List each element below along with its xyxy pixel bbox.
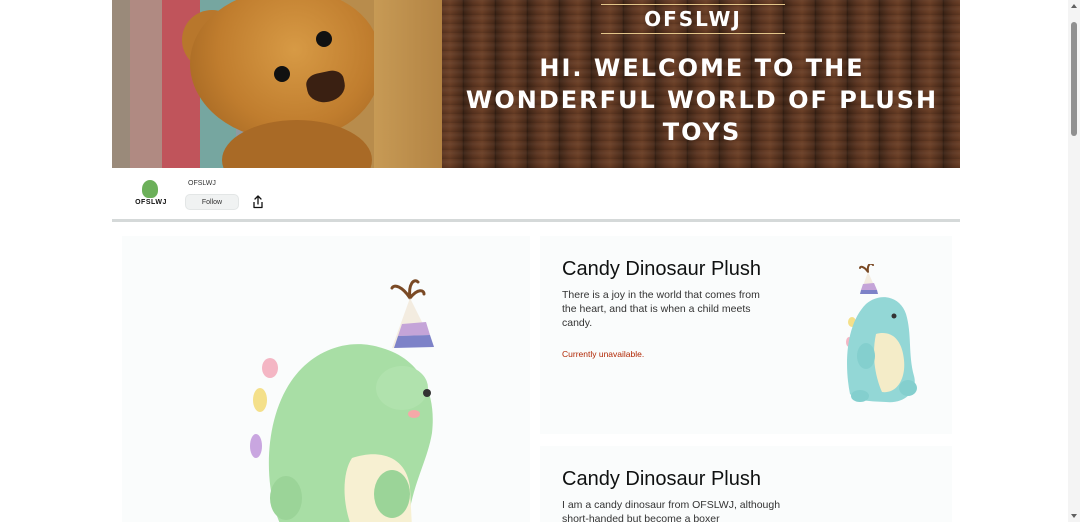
candy-dinosaur-image [250,279,434,522]
store-page: OFSLWJ Hi. Welcome to the wonderful worl… [0,0,1080,522]
teddy-bear-eye [274,66,290,82]
store-header: OFSLWJ OFSLWJ Follow [112,168,960,222]
scroll-up-icon[interactable] [1071,4,1077,8]
product-description: I am a candy dinosaur from OFSLWJ, altho… [562,499,781,522]
store-name: OFSLWJ [188,180,216,187]
product-thumbnail[interactable] [836,264,920,406]
store-logo[interactable]: OFSLWJ [134,180,168,210]
hero-headline: Hi. Welcome to the wonderful world of pl… [465,54,939,146]
product-card[interactable]: Candy Dinosaur Plush There is a joy in t… [540,236,952,434]
product-title[interactable]: Candy Dinosaur Plush [562,468,761,491]
scroll-down-icon[interactable] [1071,514,1077,518]
hero-brand: OFSLWJ [644,7,742,31]
hero-banner: OFSLWJ Hi. Welcome to the wonderful worl… [112,0,960,168]
product-image-card[interactable] [122,236,530,522]
product-title[interactable]: Candy Dinosaur Plush [562,258,761,281]
availability-status: Currently unavailable. [562,349,645,359]
page-scrollbar[interactable] [1068,0,1080,522]
hero-brand-box: OFSLWJ [601,4,785,34]
dinosaur-logo-icon [142,180,158,198]
teddy-bear-eye [316,31,332,47]
product-card[interactable]: Candy Dinosaur Plush I am a candy dinosa… [540,446,952,522]
wood-plank [374,0,442,168]
product-description: There is a joy in the world that comes f… [562,289,760,329]
follow-button[interactable]: Follow [185,194,239,210]
logo-text: OFSLWJ [135,199,167,206]
scrollbar-thumb[interactable] [1071,22,1077,136]
share-icon[interactable] [251,195,265,209]
